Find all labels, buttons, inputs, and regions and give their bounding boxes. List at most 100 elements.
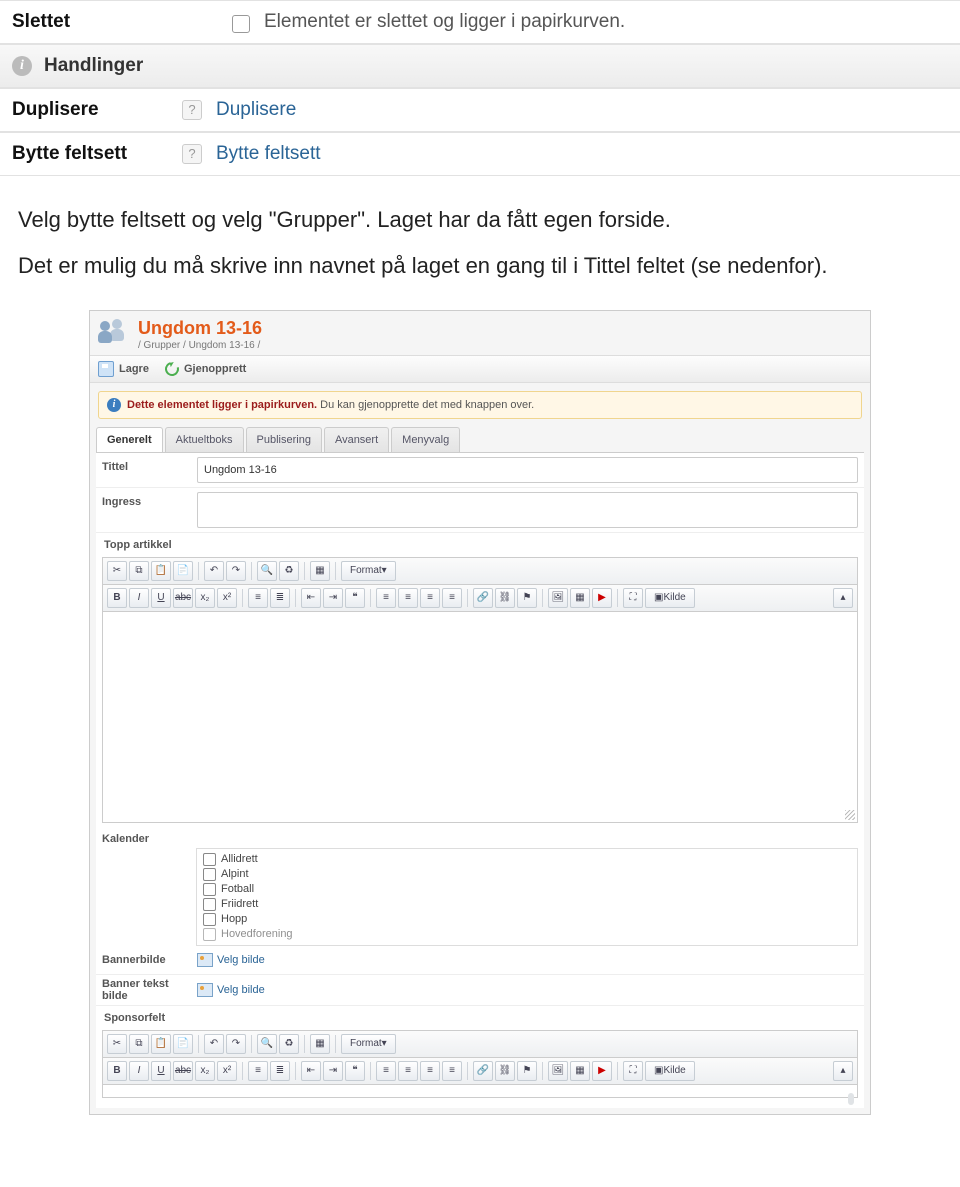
maximize-icon[interactable]: ⛶ [623,588,643,608]
align-right-icon[interactable]: ≡ [420,1061,440,1081]
indent-icon[interactable]: ⇥ [323,1061,343,1081]
align-center-icon[interactable]: ≡ [398,588,418,608]
checkbox[interactable] [203,913,216,926]
input-tittel[interactable] [197,457,858,483]
toolbar: Lagre Gjenopprett [90,355,870,383]
collapse-icon[interactable]: ▴ [833,1061,853,1081]
link-icon[interactable]: 🔗 [473,588,493,608]
sub-icon[interactable]: x₂ [195,1061,215,1081]
find-icon[interactable]: 🔍 [257,1034,277,1054]
find-icon[interactable]: 🔍 [257,561,277,581]
collapse-icon[interactable]: ▴ [833,588,853,608]
row-ingress: Ingress [96,488,864,533]
ol-icon[interactable]: ≡ [248,1061,268,1081]
sup-icon[interactable]: x² [217,588,237,608]
checkbox[interactable] [203,868,216,881]
indent-icon[interactable]: ⇥ [323,588,343,608]
selectall-icon[interactable]: ▦ [310,561,330,581]
restore-button[interactable]: Gjenopprett [165,361,246,377]
align-justify-icon[interactable]: ≡ [442,1061,462,1081]
quote-icon[interactable]: ❝ [345,588,365,608]
align-left-icon[interactable]: ≡ [376,588,396,608]
image-icon[interactable]: 🖼 [548,1061,568,1081]
sup-icon[interactable]: x² [217,1061,237,1081]
checkbox-slettet[interactable] [232,15,250,33]
tab-aktueltboks[interactable]: Aktueltboks [165,427,244,452]
info-icon: i [107,398,121,412]
checkbox[interactable] [203,898,216,911]
copy-icon[interactable]: ⧉ [129,561,149,581]
strike-icon[interactable]: abc [173,1061,193,1081]
youtube-icon[interactable]: ▶ [592,1061,612,1081]
strike-icon[interactable]: abc [173,588,193,608]
ol-icon[interactable]: ≡ [248,588,268,608]
rte-editor-area[interactable] [103,612,857,822]
tab-generelt[interactable]: Generelt [96,427,163,452]
scroll-handle-icon[interactable] [848,1093,854,1105]
underline-icon[interactable]: U [151,1061,171,1081]
velg-bilde-link[interactable]: Velg bilde [197,949,265,971]
velg-bilde-link[interactable]: Velg bilde [197,979,265,1001]
image-icon[interactable]: 🖼 [548,588,568,608]
ul-icon[interactable]: ≣ [270,1061,290,1081]
outdent-icon[interactable]: ⇤ [301,588,321,608]
paste-icon[interactable]: 📋 [151,561,171,581]
help-icon[interactable]: ? [182,100,202,120]
link-icon[interactable]: 🔗 [473,1061,493,1081]
checkbox[interactable] [203,853,216,866]
undo-icon[interactable]: ↶ [204,561,224,581]
italic-icon[interactable]: I [129,1061,149,1081]
paste-word-icon[interactable]: 📄 [173,1034,193,1054]
undo-icon[interactable]: ↶ [204,1034,224,1054]
rte-editor-area[interactable] [103,1085,857,1097]
cut-icon[interactable]: ✂ [107,561,127,581]
underline-icon[interactable]: U [151,588,171,608]
table-icon[interactable]: ▦ [570,1061,590,1081]
save-button[interactable]: Lagre [98,361,149,377]
bold-icon[interactable]: B [107,588,127,608]
cut-icon[interactable]: ✂ [107,1034,127,1054]
cal-item: Allidrett [203,852,851,867]
source-button[interactable]: ▣ Kilde [645,1061,695,1081]
paste-word-icon[interactable]: 📄 [173,561,193,581]
input-ingress[interactable] [197,492,858,528]
selectall-icon[interactable]: ▦ [310,1034,330,1054]
format-dropdown[interactable]: Format ▾ [341,1034,396,1054]
unlink-icon[interactable]: ⛓ [495,1061,515,1081]
tab-menyvalg[interactable]: Menyvalg [391,427,460,452]
outdent-icon[interactable]: ⇤ [301,1061,321,1081]
copy-icon[interactable]: ⧉ [129,1034,149,1054]
align-justify-icon[interactable]: ≡ [442,588,462,608]
unlink-icon[interactable]: ⛓ [495,588,515,608]
tab-publisering[interactable]: Publisering [246,427,322,452]
anchor-icon[interactable]: ⚑ [517,588,537,608]
anchor-icon[interactable]: ⚑ [517,1061,537,1081]
replace-icon[interactable]: ♻ [279,1034,299,1054]
redo-icon[interactable]: ↷ [226,1034,246,1054]
help-icon[interactable]: ? [182,144,202,164]
align-left-icon[interactable]: ≡ [376,1061,396,1081]
table-icon[interactable]: ▦ [570,588,590,608]
quote-icon[interactable]: ❝ [345,1061,365,1081]
row-tittel: Tittel [96,453,864,488]
resize-handle-icon[interactable] [845,810,855,820]
ul-icon[interactable]: ≣ [270,588,290,608]
checkbox[interactable] [203,883,216,896]
link-duplisere[interactable]: Duplisere [216,99,296,121]
sub-icon[interactable]: x₂ [195,588,215,608]
link-bytte[interactable]: Bytte feltsett [216,143,321,165]
calendar-list[interactable]: Allidrett Alpint Fotball Friidrett Hopp … [196,848,858,946]
align-right-icon[interactable]: ≡ [420,588,440,608]
bold-icon[interactable]: B [107,1061,127,1081]
paste-icon[interactable]: 📋 [151,1034,171,1054]
align-center-icon[interactable]: ≡ [398,1061,418,1081]
source-button[interactable]: ▣ Kilde [645,588,695,608]
youtube-icon[interactable]: ▶ [592,588,612,608]
italic-icon[interactable]: I [129,588,149,608]
checkbox[interactable] [203,928,216,941]
tab-avansert[interactable]: Avansert [324,427,389,452]
redo-icon[interactable]: ↷ [226,561,246,581]
replace-icon[interactable]: ♻ [279,561,299,581]
format-dropdown[interactable]: Format ▾ [341,561,396,581]
maximize-icon[interactable]: ⛶ [623,1061,643,1081]
